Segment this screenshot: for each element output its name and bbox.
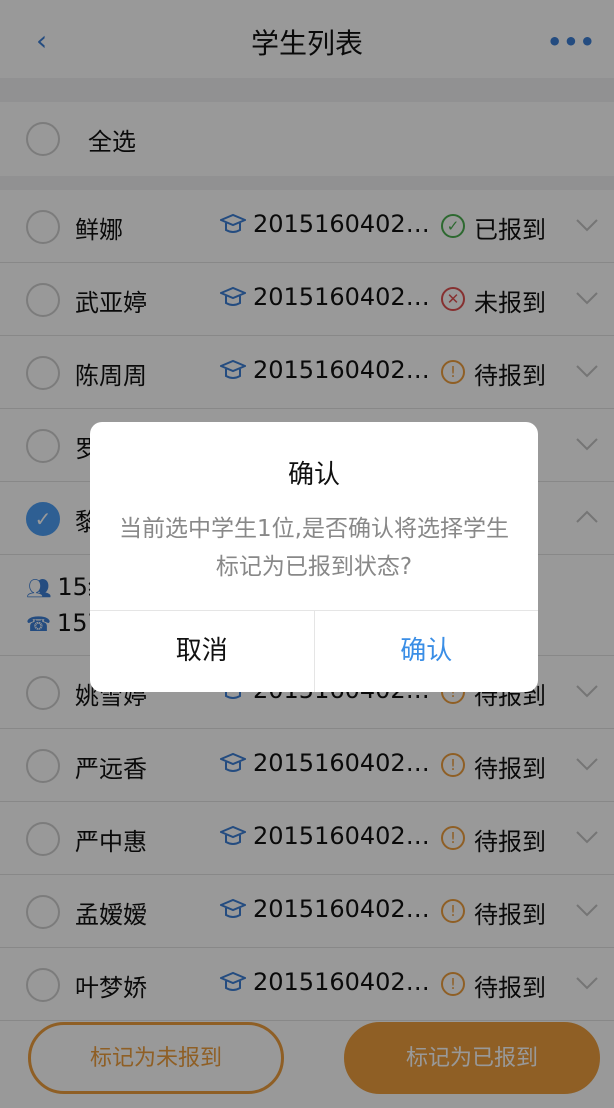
confirm-button[interactable]: 确认 [313, 611, 539, 692]
dialog-title: 确认 [287, 460, 340, 490]
confirm-dialog: 确认 当前选中学生1位,是否确认将选择学生标记为已报到状态? 取消 确认 [90, 422, 538, 692]
cancel-button[interactable]: 取消 [90, 611, 314, 692]
dialog-message: 当前选中学生1位,是否确认将选择学生标记为已报到状态? [119, 516, 509, 580]
